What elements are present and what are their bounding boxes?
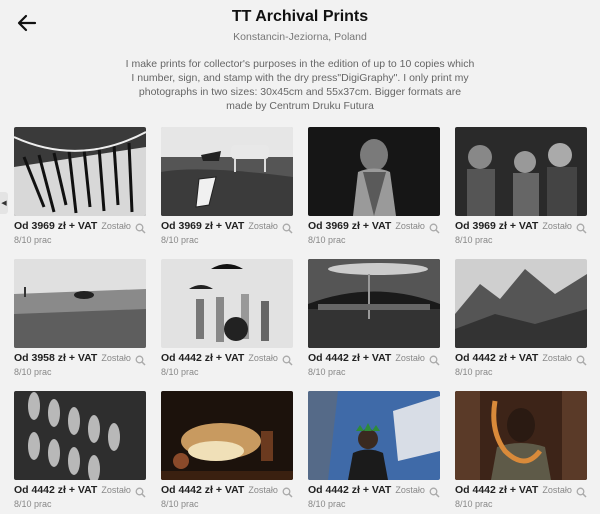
price-label: Od 3969 zł + VAT: [308, 220, 392, 232]
print-thumbnail[interactable]: [161, 127, 293, 216]
price-label: Od 4442 zł + VAT: [455, 484, 539, 496]
magnifier-icon[interactable]: [282, 355, 293, 366]
page-title: TT Archival Prints: [231, 8, 369, 25]
print-thumbnail[interactable]: [308, 127, 440, 216]
print-card[interactable]: Od 4442 zł + VAT Zostało 8/10 prac: [308, 391, 440, 509]
print-thumbnail[interactable]: [14, 127, 146, 216]
print-thumbnail[interactable]: [455, 127, 587, 216]
price-label: Od 4442 zł + VAT: [14, 484, 98, 496]
magnifier-icon[interactable]: [429, 223, 440, 234]
remaining-label: Zostało: [101, 221, 131, 231]
edition-count: 8/10 prac: [14, 235, 52, 245]
location-subtitle: Konstancin-Jeziorna, Poland: [233, 31, 367, 43]
back-button[interactable]: [16, 12, 38, 34]
print-card[interactable]: Od 4442 zł + VAT Zostało 8/10 prac: [14, 391, 146, 509]
edition-count: 8/10 prac: [308, 235, 346, 245]
remaining-label: Zostało: [248, 221, 278, 231]
magnifier-icon[interactable]: [135, 355, 146, 366]
print-card[interactable]: Od 3958 zł + VAT Zostało 8/10 prac: [14, 259, 146, 377]
remaining-label: Zostało: [542, 221, 572, 231]
remaining-label: Zostało: [395, 485, 425, 495]
remaining-label: Zostało: [395, 353, 425, 363]
edition-count: 8/10 prac: [161, 367, 199, 377]
magnifier-icon[interactable]: [429, 487, 440, 498]
remaining-label: Zostało: [101, 353, 131, 363]
magnifier-icon[interactable]: [429, 355, 440, 366]
price-label: Od 3969 zł + VAT: [161, 220, 245, 232]
remaining-label: Zostało: [248, 485, 278, 495]
print-thumbnail[interactable]: [14, 391, 146, 480]
price-label: Od 4442 zł + VAT: [455, 352, 539, 364]
remaining-label: Zostało: [248, 353, 278, 363]
edition-count: 8/10 prac: [161, 499, 199, 509]
price-label: Od 4442 zł + VAT: [308, 352, 392, 364]
edition-count: 8/10 prac: [308, 367, 346, 377]
print-card[interactable]: Od 3969 zł + VAT Zostało 8/10 prac: [161, 127, 293, 245]
magnifier-icon[interactable]: [576, 487, 587, 498]
remaining-label: Zostało: [395, 221, 425, 231]
print-card[interactable]: Od 4442 zł + VAT Zostało 8/10 prac: [455, 259, 587, 377]
price-label: Od 4442 zł + VAT: [308, 484, 392, 496]
side-panel-toggle[interactable]: ◀: [0, 192, 8, 214]
edition-count: 8/10 prac: [14, 499, 52, 509]
remaining-label: Zostało: [542, 353, 572, 363]
print-thumbnail[interactable]: [308, 259, 440, 348]
edition-count: 8/10 prac: [161, 235, 199, 245]
magnifier-icon[interactable]: [135, 223, 146, 234]
print-card[interactable]: Od 4442 zł + VAT Zostało 8/10 prac: [161, 391, 293, 509]
price-label: Od 3958 zł + VAT: [14, 352, 98, 364]
price-label: Od 3969 zł + VAT: [455, 220, 539, 232]
print-thumbnail[interactable]: [161, 391, 293, 480]
print-card[interactable]: Od 4442 zł + VAT Zostało 8/10 prac: [308, 259, 440, 377]
magnifier-icon[interactable]: [576, 355, 587, 366]
print-thumbnail[interactable]: [455, 391, 587, 480]
edition-count: 8/10 prac: [14, 367, 52, 377]
remaining-label: Zostało: [101, 485, 131, 495]
print-thumbnail[interactable]: [14, 259, 146, 348]
magnifier-icon[interactable]: [282, 223, 293, 234]
edition-count: 8/10 prac: [455, 499, 493, 509]
edition-count: 8/10 prac: [455, 235, 493, 245]
print-card[interactable]: Od 3969 zł + VAT Zostało 8/10 prac: [455, 127, 587, 245]
remaining-label: Zostało: [542, 485, 572, 495]
description: I make prints for collector's purposes i…: [125, 58, 475, 112]
arrow-left-icon: [17, 14, 37, 32]
price-label: Od 4442 zł + VAT: [161, 352, 245, 364]
magnifier-icon[interactable]: [282, 487, 293, 498]
print-card[interactable]: Od 4442 zł + VAT Zostało 8/10 prac: [161, 259, 293, 377]
print-thumbnail[interactable]: [161, 259, 293, 348]
print-card[interactable]: Od 4442 zł + VAT Zostało 8/10 prac: [455, 391, 587, 509]
magnifier-icon[interactable]: [135, 487, 146, 498]
edition-count: 8/10 prac: [308, 499, 346, 509]
page-header: TT Archival Prints Konstancin-Jeziorna, …: [0, 0, 600, 113]
print-card[interactable]: Od 3969 zł + VAT Zostało 8/10 prac: [14, 127, 146, 245]
prints-grid: Od 3969 zł + VAT Zostało 8/10 prac Od 39…: [14, 127, 588, 509]
magnifier-icon[interactable]: [576, 223, 587, 234]
price-label: Od 4442 zł + VAT: [161, 484, 245, 496]
chevron-left-icon: ◀: [1, 199, 7, 207]
print-card[interactable]: Od 3969 zł + VAT Zostało 8/10 prac: [308, 127, 440, 245]
edition-count: 8/10 prac: [455, 367, 493, 377]
price-label: Od 3969 zł + VAT: [14, 220, 98, 232]
print-thumbnail[interactable]: [308, 391, 440, 480]
print-thumbnail[interactable]: [455, 259, 587, 348]
